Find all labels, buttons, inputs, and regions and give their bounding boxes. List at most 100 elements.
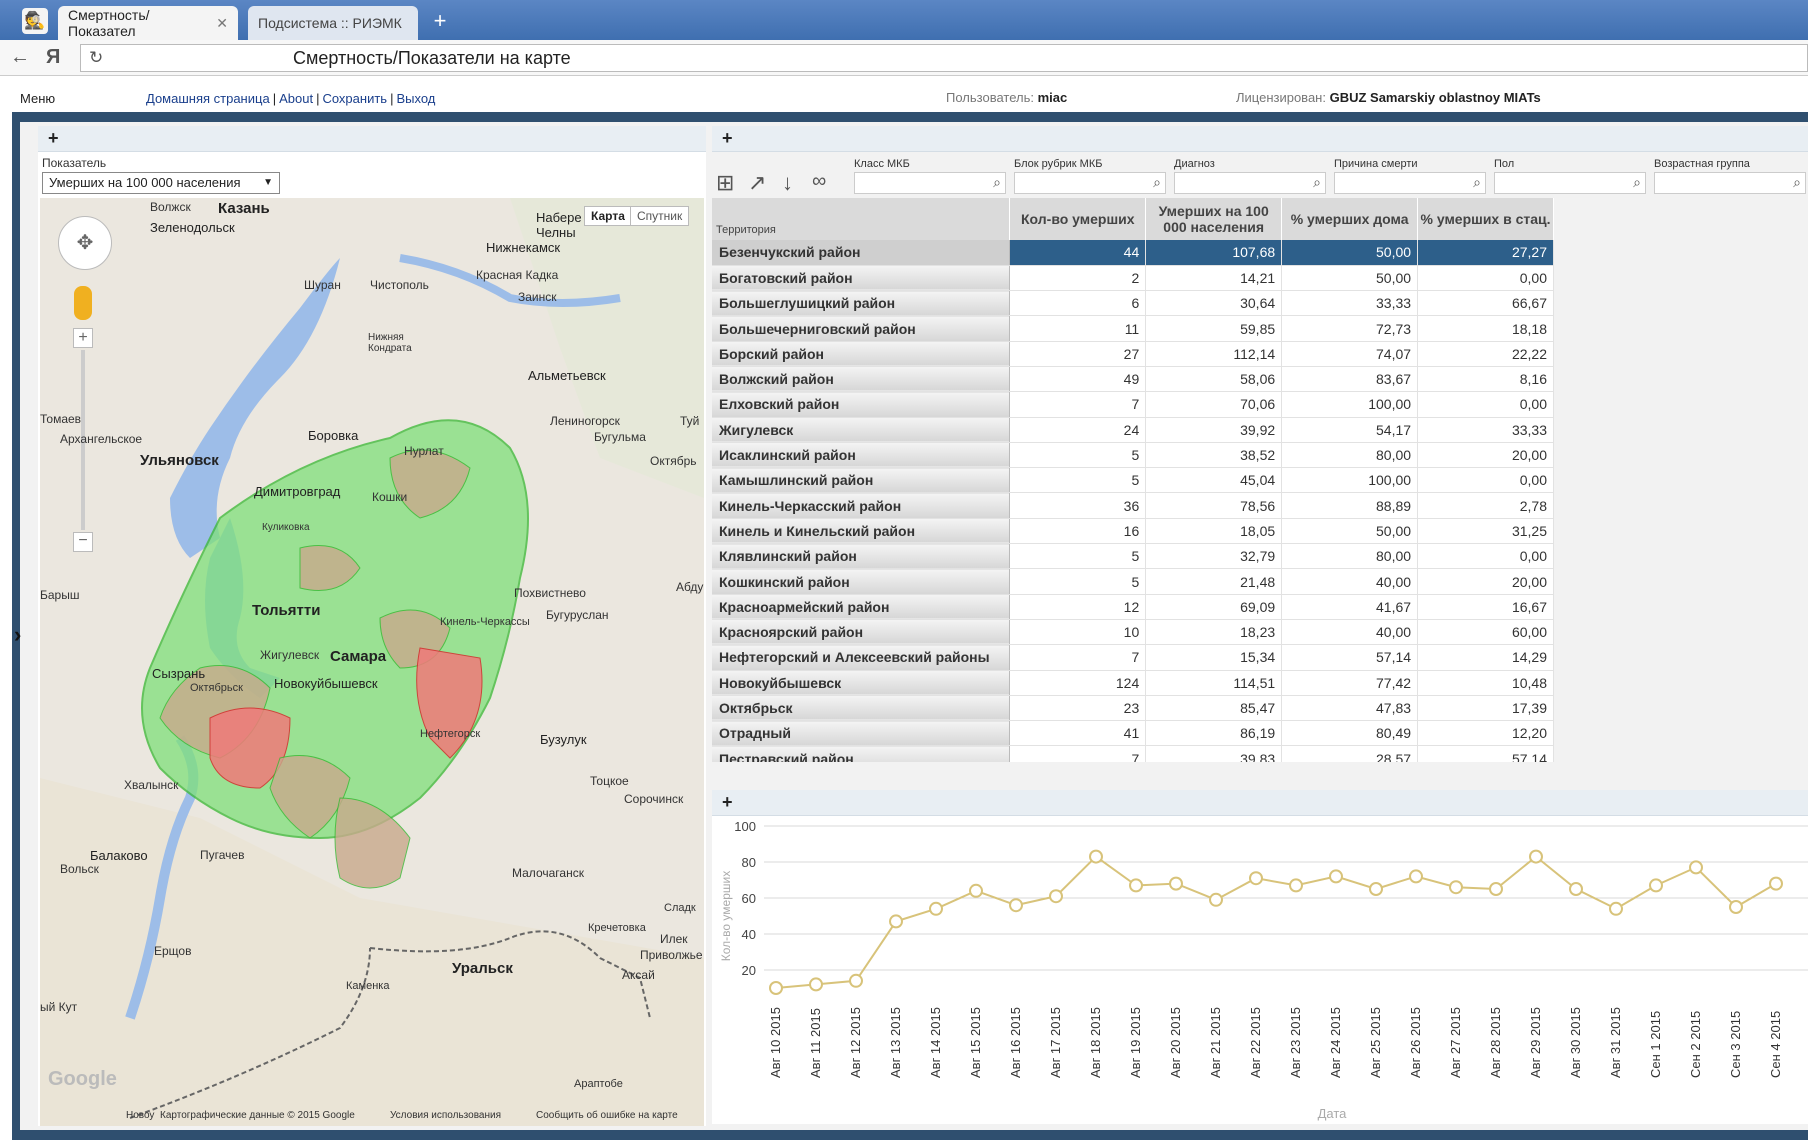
save-link[interactable]: Сохранить: [322, 91, 387, 106]
table-row[interactable]: Кинель-Черкасский район 36 78,56 88,89 2,78: [712, 492, 1554, 519]
table-row[interactable]: Отрадный 41 86,19 80,49 12,20: [712, 720, 1554, 747]
new-tab-button[interactable]: +: [428, 10, 452, 34]
url-field[interactable]: ↻ Смертность/Показатели на карте: [80, 44, 1808, 72]
table-row[interactable]: Большеглушицкий район 6 30,64 33,33 66,67: [712, 290, 1554, 317]
filter-input[interactable]: ⌕: [1014, 172, 1166, 194]
search-icon[interactable]: ⌕: [1313, 174, 1321, 191]
column-header-home[interactable]: % умерших дома: [1281, 198, 1419, 240]
table-row[interactable]: Кинель и Кинельский район 16 18,05 50,00 31,…: [712, 518, 1554, 545]
menu-link[interactable]: Меню: [20, 91, 55, 106]
data-point: [1009, 898, 1023, 913]
back-icon[interactable]: ←: [10, 46, 30, 69]
data-point: [849, 973, 863, 988]
add-icon[interactable]: +: [722, 128, 733, 149]
add-icon[interactable]: +: [722, 792, 733, 813]
column-header-rate[interactable]: Умерших на 100 000 населения: [1145, 198, 1283, 240]
filter-input[interactable]: ⌕: [854, 172, 1006, 194]
data-point: [1329, 869, 1343, 884]
binoculars-icon[interactable]: ∞: [812, 170, 826, 193]
value-cell: 38,52: [1145, 442, 1283, 469]
table-row[interactable]: Борский район 27 112,14 74,07 22,22: [712, 341, 1554, 367]
report-error-link[interactable]: Сообщить об ошибке на карте: [536, 1110, 678, 1121]
city-label: Барыш: [40, 588, 80, 602]
territory-cell: Богатовский район: [712, 265, 1011, 292]
table-row[interactable]: Камышлинский район 5 45,04 100,00 0,00: [712, 467, 1554, 494]
export-icon[interactable]: ↗: [748, 170, 766, 196]
y-tick-label: 20: [742, 963, 756, 978]
city-label: Заинск: [518, 290, 557, 304]
table-row[interactable]: Богатовский район 2 14,21 50,00 0,00: [712, 265, 1554, 292]
value-cell: 70,06: [1145, 391, 1283, 418]
table-row[interactable]: Октябрьск 23 85,47 47,83 17,39: [712, 695, 1554, 722]
territory-cell: Большеглушицкий район: [712, 290, 1011, 317]
search-icon[interactable]: ⌕: [1153, 174, 1161, 191]
license-value: GBUZ Samarskiy oblastnoy MIATs: [1329, 90, 1541, 105]
data-point: [1209, 892, 1223, 907]
pan-control-icon[interactable]: ✥: [58, 216, 112, 270]
logout-link[interactable]: Выход: [396, 91, 435, 106]
table-row[interactable]: Нефтегорский и Алексеевский районы 7 15,34…: [712, 644, 1554, 671]
city-label: Октябрь: [650, 454, 697, 468]
table-row[interactable]: Исаклинский район 5 38,52 80,00 20,00: [712, 442, 1554, 469]
indicator-select[interactable]: Умерших на 100 000 населения ▼: [42, 172, 280, 194]
home-link[interactable]: Домашняя страница: [146, 91, 270, 106]
column-header-hospital[interactable]: % умерших в стац.: [1417, 198, 1554, 240]
table-row[interactable]: Красноярский район 10 18,23 40,00 60,00: [712, 619, 1554, 646]
zoom-in-button[interactable]: +: [73, 328, 93, 348]
table-row[interactable]: Красноармейский район 12 69,09 41,67 16,67: [712, 594, 1554, 620]
yandex-icon[interactable]: Я: [46, 46, 60, 69]
data-table: Территория Кол-во умерших Умерших на 100…: [712, 198, 1554, 762]
city-label: Казань: [218, 200, 270, 217]
city-label: Архангельское: [60, 432, 143, 446]
table-row[interactable]: Елховский район 7 70,06 100,00 0,00: [712, 391, 1554, 418]
value-cell: 45,04: [1145, 467, 1283, 494]
table-row[interactable]: Волжский район 49 58,06 83,67 8,16: [712, 366, 1554, 393]
data-point: [889, 914, 903, 929]
browser-tab-active[interactable]: Смертность/Показател ✕: [58, 6, 238, 40]
column-header-deaths[interactable]: Кол-во умерших: [1009, 198, 1147, 240]
search-icon[interactable]: ⌕: [1473, 174, 1481, 191]
territory-cell: Камышлинский район: [712, 467, 1011, 494]
search-icon[interactable]: ⌕: [1793, 174, 1801, 191]
chevron-right-icon[interactable]: ›: [14, 622, 32, 650]
map-view[interactable]: Карта Спутник ✥ + − Волжск Казань Зелено…: [40, 198, 704, 1126]
value-cell: 32,79: [1145, 543, 1283, 570]
filter-input[interactable]: ⌕: [1654, 172, 1806, 194]
satellite-type-button[interactable]: Спутник: [630, 206, 690, 226]
x-tick-label: Сен 3 2015: [1728, 1011, 1743, 1078]
zoom-out-button[interactable]: −: [73, 532, 93, 552]
filter-input[interactable]: ⌕: [1334, 172, 1486, 194]
search-icon[interactable]: ⌕: [993, 174, 1001, 191]
close-tab-icon[interactable]: ✕: [216, 15, 228, 32]
hierarchy-icon[interactable]: ⊞: [716, 170, 734, 196]
street-view-pegman-icon[interactable]: [74, 286, 92, 320]
city-label: Самара: [330, 648, 387, 665]
table-row[interactable]: Безенчукский район 44 107,68 50,00 27,27: [712, 240, 1554, 266]
filter-input[interactable]: ⌕: [1174, 172, 1326, 194]
download-icon[interactable]: ↓: [782, 170, 793, 196]
app-header: Меню Домашняя страница | About | Сохранить | В…: [0, 76, 1808, 112]
x-tick-label: Авг 29 2015: [1528, 1007, 1543, 1078]
table-row[interactable]: Пестравский район 7 39,83 28,57 57,14: [712, 745, 1554, 762]
city-label: Сладк: [664, 902, 696, 914]
terms-link[interactable]: Условия использования: [390, 1110, 501, 1121]
table-row[interactable]: Новокуйбышевск 124 114,51 77,42 10,48: [712, 670, 1554, 696]
about-link[interactable]: About: [279, 91, 313, 106]
add-icon[interactable]: +: [48, 128, 59, 149]
search-icon[interactable]: ⌕: [1633, 174, 1641, 191]
table-row[interactable]: Клявлинский район 5 32,79 80,00 0,00: [712, 543, 1554, 570]
table-row[interactable]: Кошкинский район 5 21,48 40,00 20,00: [712, 568, 1554, 595]
reload-icon[interactable]: ↻: [89, 45, 103, 71]
value-cell: 14,29: [1417, 644, 1554, 671]
x-tick-label: Авг 22 2015: [1248, 1007, 1263, 1078]
column-header-territory[interactable]: Территория: [712, 198, 1011, 240]
value-cell: 72,73: [1281, 315, 1419, 342]
table-row[interactable]: Большечерниговский район 11 59,85 72,73 18,1…: [712, 315, 1554, 342]
value-cell: 33,33: [1417, 417, 1554, 443]
filter-input[interactable]: ⌕: [1494, 172, 1646, 194]
line-chart: 20 40 60 80 100 Кол-во умерших Дата Авг 10 2015…: [719, 819, 1808, 1121]
browser-tab[interactable]: Подсистема :: РИЭМК: [248, 6, 418, 40]
tab-label: Подсистема :: РИЭМК: [258, 15, 402, 31]
value-cell: 44: [1009, 240, 1147, 266]
table-row[interactable]: Жигулевск 24 39,92 54,17 33,33: [712, 417, 1554, 443]
